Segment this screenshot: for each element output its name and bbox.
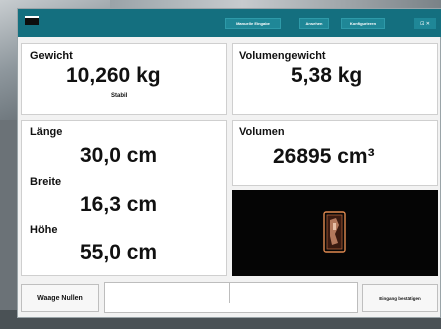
camera-view (232, 190, 438, 276)
width-value: 16,3 cm (80, 193, 158, 216)
view-button[interactable]: Ansehen (299, 18, 329, 29)
window-controls[interactable]: ⊡ ✕ (414, 18, 436, 29)
height-label: Höhe (30, 224, 58, 236)
dimensions-panel: Länge 30,0 cm Breite 16,3 cm Höhe 55,0 c… (21, 120, 227, 276)
configure-button[interactable]: Konfigurieren (341, 18, 385, 29)
width-label: Breite (30, 176, 62, 188)
length-label: Länge (30, 126, 63, 138)
volume-weight-value: 5,38 kg (291, 64, 363, 87)
weight-panel: Gewicht 10,260 kg Stabil (21, 43, 227, 115)
weight-value: 10,260 kg (66, 64, 161, 87)
input-field[interactable] (104, 282, 358, 313)
length-value: 30,0 cm (80, 144, 158, 167)
field-divider (229, 283, 230, 303)
confirm-entry-button[interactable]: Eingang bestätigen (362, 284, 438, 312)
package-outline-icon (323, 211, 346, 253)
manual-input-button[interactable]: Manuelle Eingabe (225, 18, 281, 29)
weight-label: Gewicht (30, 50, 73, 62)
weight-status: Stabil (111, 93, 128, 99)
header-bar: Manuelle Eingabe Ansehen Konfigurieren ⊡… (18, 9, 441, 37)
zero-scale-button[interactable]: Waage Nullen (21, 284, 99, 312)
volume-weight-panel: Volumengewicht 5,38 kg (232, 43, 438, 115)
app-logo (25, 16, 39, 25)
volume-value: 26895 cm³ (273, 145, 375, 168)
height-value: 55,0 cm (80, 241, 158, 264)
volume-panel: Volumen 26895 cm³ (232, 120, 438, 186)
volume-label: Volumen (239, 126, 285, 138)
app-window: Manuelle Eingabe Ansehen Konfigurieren ⊡… (17, 8, 441, 318)
volume-weight-label: Volumengewicht (239, 50, 326, 62)
